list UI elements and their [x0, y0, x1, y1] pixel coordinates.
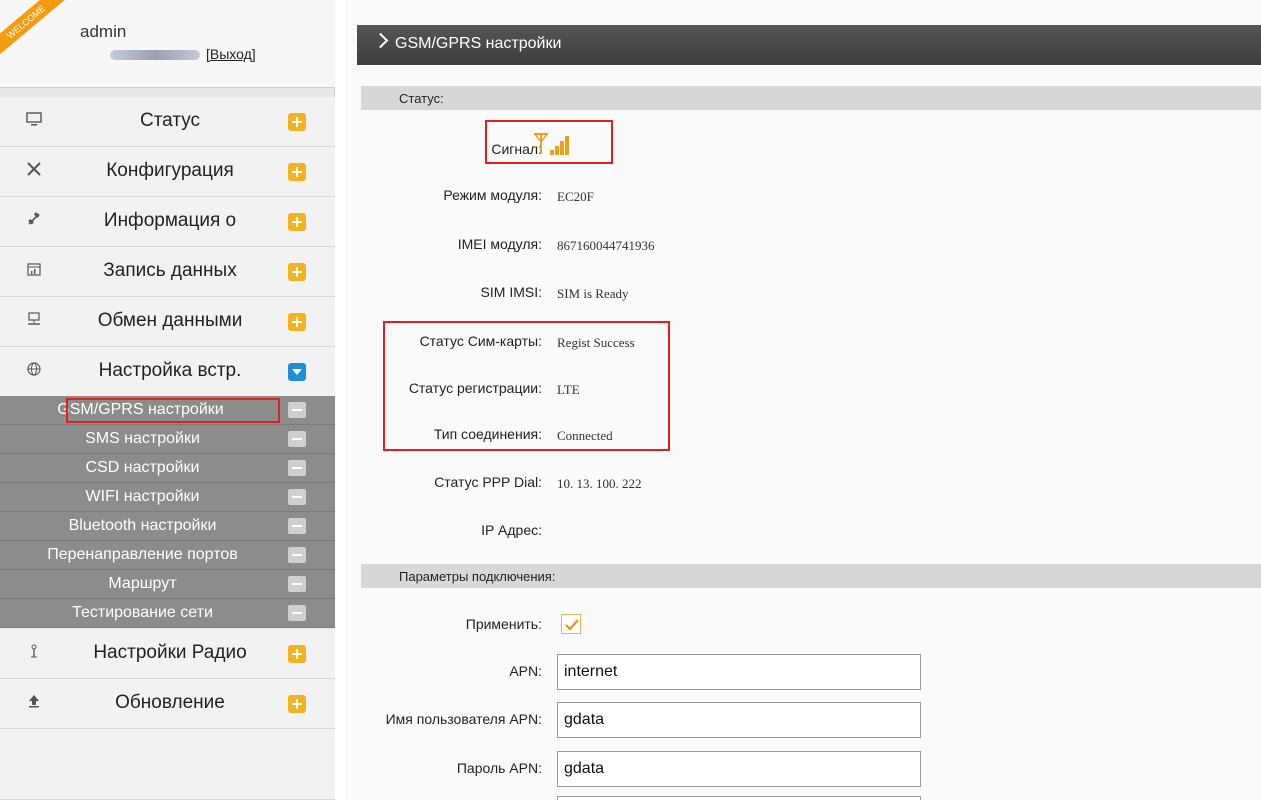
sidebar-subitem-label: Перенаправление портов — [47, 546, 238, 563]
satellite-icon — [24, 211, 44, 231]
minus-icon[interactable] — [288, 605, 306, 621]
upload-icon — [24, 693, 44, 713]
signal-strength-icon — [534, 133, 569, 155]
sidebar-item-label: Запись данных — [103, 260, 237, 281]
ip-address-label: IP Адрес: — [481, 522, 542, 538]
welcome-badge: WELCOME — [0, 0, 70, 61]
expand-icon[interactable] — [288, 695, 306, 713]
minus-icon[interactable] — [288, 547, 306, 563]
user-panel: WELCOME admin [Выход] — [0, 0, 335, 88]
registration-status-value: LTE — [557, 382, 580, 397]
ppp-dial-status-value: 10. 13. 100. 222 — [557, 476, 642, 491]
connection-section-header: Параметры подключения: — [361, 564, 1261, 588]
sidebar-item-builtin-settings[interactable]: Настройка встр. — [0, 347, 335, 397]
ppp-dial-status-label: Статус PPP Dial: — [434, 474, 542, 490]
apn-input[interactable] — [557, 654, 921, 690]
apn-password-input[interactable] — [557, 751, 921, 787]
sidebar-item-label: Настройки Радио — [93, 642, 247, 663]
minus-icon[interactable] — [288, 576, 306, 592]
sidebar-item-blank — [0, 729, 335, 800]
user-name: admin — [80, 22, 127, 41]
sidebar-item-label: Информация о — [103, 210, 237, 231]
registration-status-label: Статус регистрации: — [408, 380, 542, 396]
tools-icon — [24, 161, 44, 181]
sidebar-item-label: Статус — [139, 110, 201, 131]
chevron-right-icon — [372, 32, 389, 49]
sidebar-item-status[interactable]: Статус — [0, 97, 335, 147]
sidebar-item-label: Конфигурация — [106, 160, 234, 181]
sidebar: WELCOME admin [Выход] Статус Конфигураци… — [0, 0, 335, 800]
sidebar-subitem-gsm-gprs[interactable]: GSM/GPRS настройки — [0, 396, 335, 425]
sidebar-subitem-label: CSD настройки — [85, 459, 200, 476]
sidebar-subitem-wifi[interactable]: WIFI настройки — [0, 483, 335, 512]
section-title: Статус: — [399, 91, 444, 106]
expand-icon[interactable] — [288, 263, 306, 281]
module-imei-label: IMEI модуля: — [457, 236, 542, 252]
minus-icon[interactable] — [288, 489, 306, 505]
connection-type-label: Тип соединения: — [433, 426, 542, 442]
sidebar-subitem-bluetooth[interactable]: Bluetooth настройки — [0, 512, 335, 541]
blurred-user-info — [110, 50, 200, 60]
sidebar-item-label: Настройка встр. — [98, 360, 242, 381]
sidebar-subitem-route[interactable]: Маршрут — [0, 570, 335, 599]
expand-icon[interactable] — [288, 163, 306, 181]
sidebar-subitem-port-forwarding[interactable]: Перенаправление портов — [0, 541, 335, 570]
radio-antenna-icon — [24, 643, 44, 663]
sidebar-subitem-label: Тестирование сети — [72, 604, 213, 621]
sidebar-subitem-network-test[interactable]: Тестирование сети — [0, 599, 335, 628]
sim-imsi-value: SIM is Ready — [557, 286, 629, 301]
page-header: GSM/GPRS настройки — [357, 25, 1261, 65]
active-highlight-box — [66, 398, 280, 423]
module-mode-label: Режим модуля: — [443, 187, 542, 203]
sidebar-subitem-sms[interactable]: SMS настройки — [0, 425, 335, 454]
module-mode-value: EC20F — [557, 189, 594, 204]
status-section-header: Статус: — [361, 86, 1261, 110]
apply-label: Применить: — [465, 616, 542, 632]
module-imei-value: 867160044741936 — [557, 238, 655, 253]
sidebar-subitem-label: Маршрут — [108, 575, 177, 592]
expand-icon[interactable] — [288, 313, 306, 331]
connection-type-value: Connected — [557, 428, 613, 443]
next-field-input[interactable] — [557, 796, 921, 800]
monitor-icon — [24, 111, 44, 131]
expand-icon[interactable] — [288, 645, 306, 663]
calendar-chart-icon — [24, 261, 44, 281]
sidebar-subitem-label: Bluetooth настройки — [68, 517, 217, 534]
sidebar-item-label: Обмен данными — [97, 310, 243, 331]
sim-card-status-value: Regist Success — [557, 335, 635, 350]
network-icon — [24, 311, 44, 331]
expand-icon[interactable] — [288, 213, 306, 231]
logout-link[interactable]: [Выход] — [206, 46, 256, 62]
sim-card-status-label: Статус Сим-карты: — [419, 333, 542, 349]
minus-icon[interactable] — [288, 518, 306, 534]
sim-imsi-label: SIM IMSI: — [480, 284, 542, 300]
apply-checkbox[interactable] — [561, 614, 581, 634]
minus-icon[interactable] — [288, 460, 306, 476]
main-content: GSM/GPRS настройки Статус: Сигнал: Режим… — [345, 0, 1261, 800]
sidebar-subitem-csd[interactable]: CSD настройки — [0, 454, 335, 483]
globe-icon — [24, 361, 44, 381]
sidebar-item-information[interactable]: Информация о — [0, 197, 335, 247]
apn-password-label: Пароль APN: — [456, 760, 542, 776]
minus-icon[interactable] — [288, 402, 306, 418]
sidebar-item-data-exchange[interactable]: Обмен данными — [0, 297, 335, 347]
sidebar-subitem-label: WIFI настройки — [85, 488, 200, 505]
apn-username-label: Имя пользователя APN: — [385, 711, 542, 727]
expand-icon[interactable] — [288, 113, 306, 131]
checkmark-icon — [565, 619, 579, 631]
minus-icon[interactable] — [288, 431, 306, 447]
apn-username-input[interactable] — [557, 702, 921, 738]
page-title: GSM/GPRS настройки — [395, 35, 562, 52]
section-title: Параметры подключения: — [399, 569, 556, 584]
sidebar-subitem-label: SMS настройки — [85, 430, 200, 447]
sidebar-item-radio-settings[interactable]: Настройки Радио — [0, 629, 335, 679]
collapse-icon[interactable] — [288, 363, 306, 381]
sidebar-item-data-record[interactable]: Запись данных — [0, 247, 335, 297]
sidebar-item-configuration[interactable]: Конфигурация — [0, 147, 335, 197]
sidebar-item-update[interactable]: Обновление — [0, 679, 335, 729]
sidebar-item-label: Обновление — [115, 692, 225, 713]
apn-label: APN: — [509, 663, 542, 679]
